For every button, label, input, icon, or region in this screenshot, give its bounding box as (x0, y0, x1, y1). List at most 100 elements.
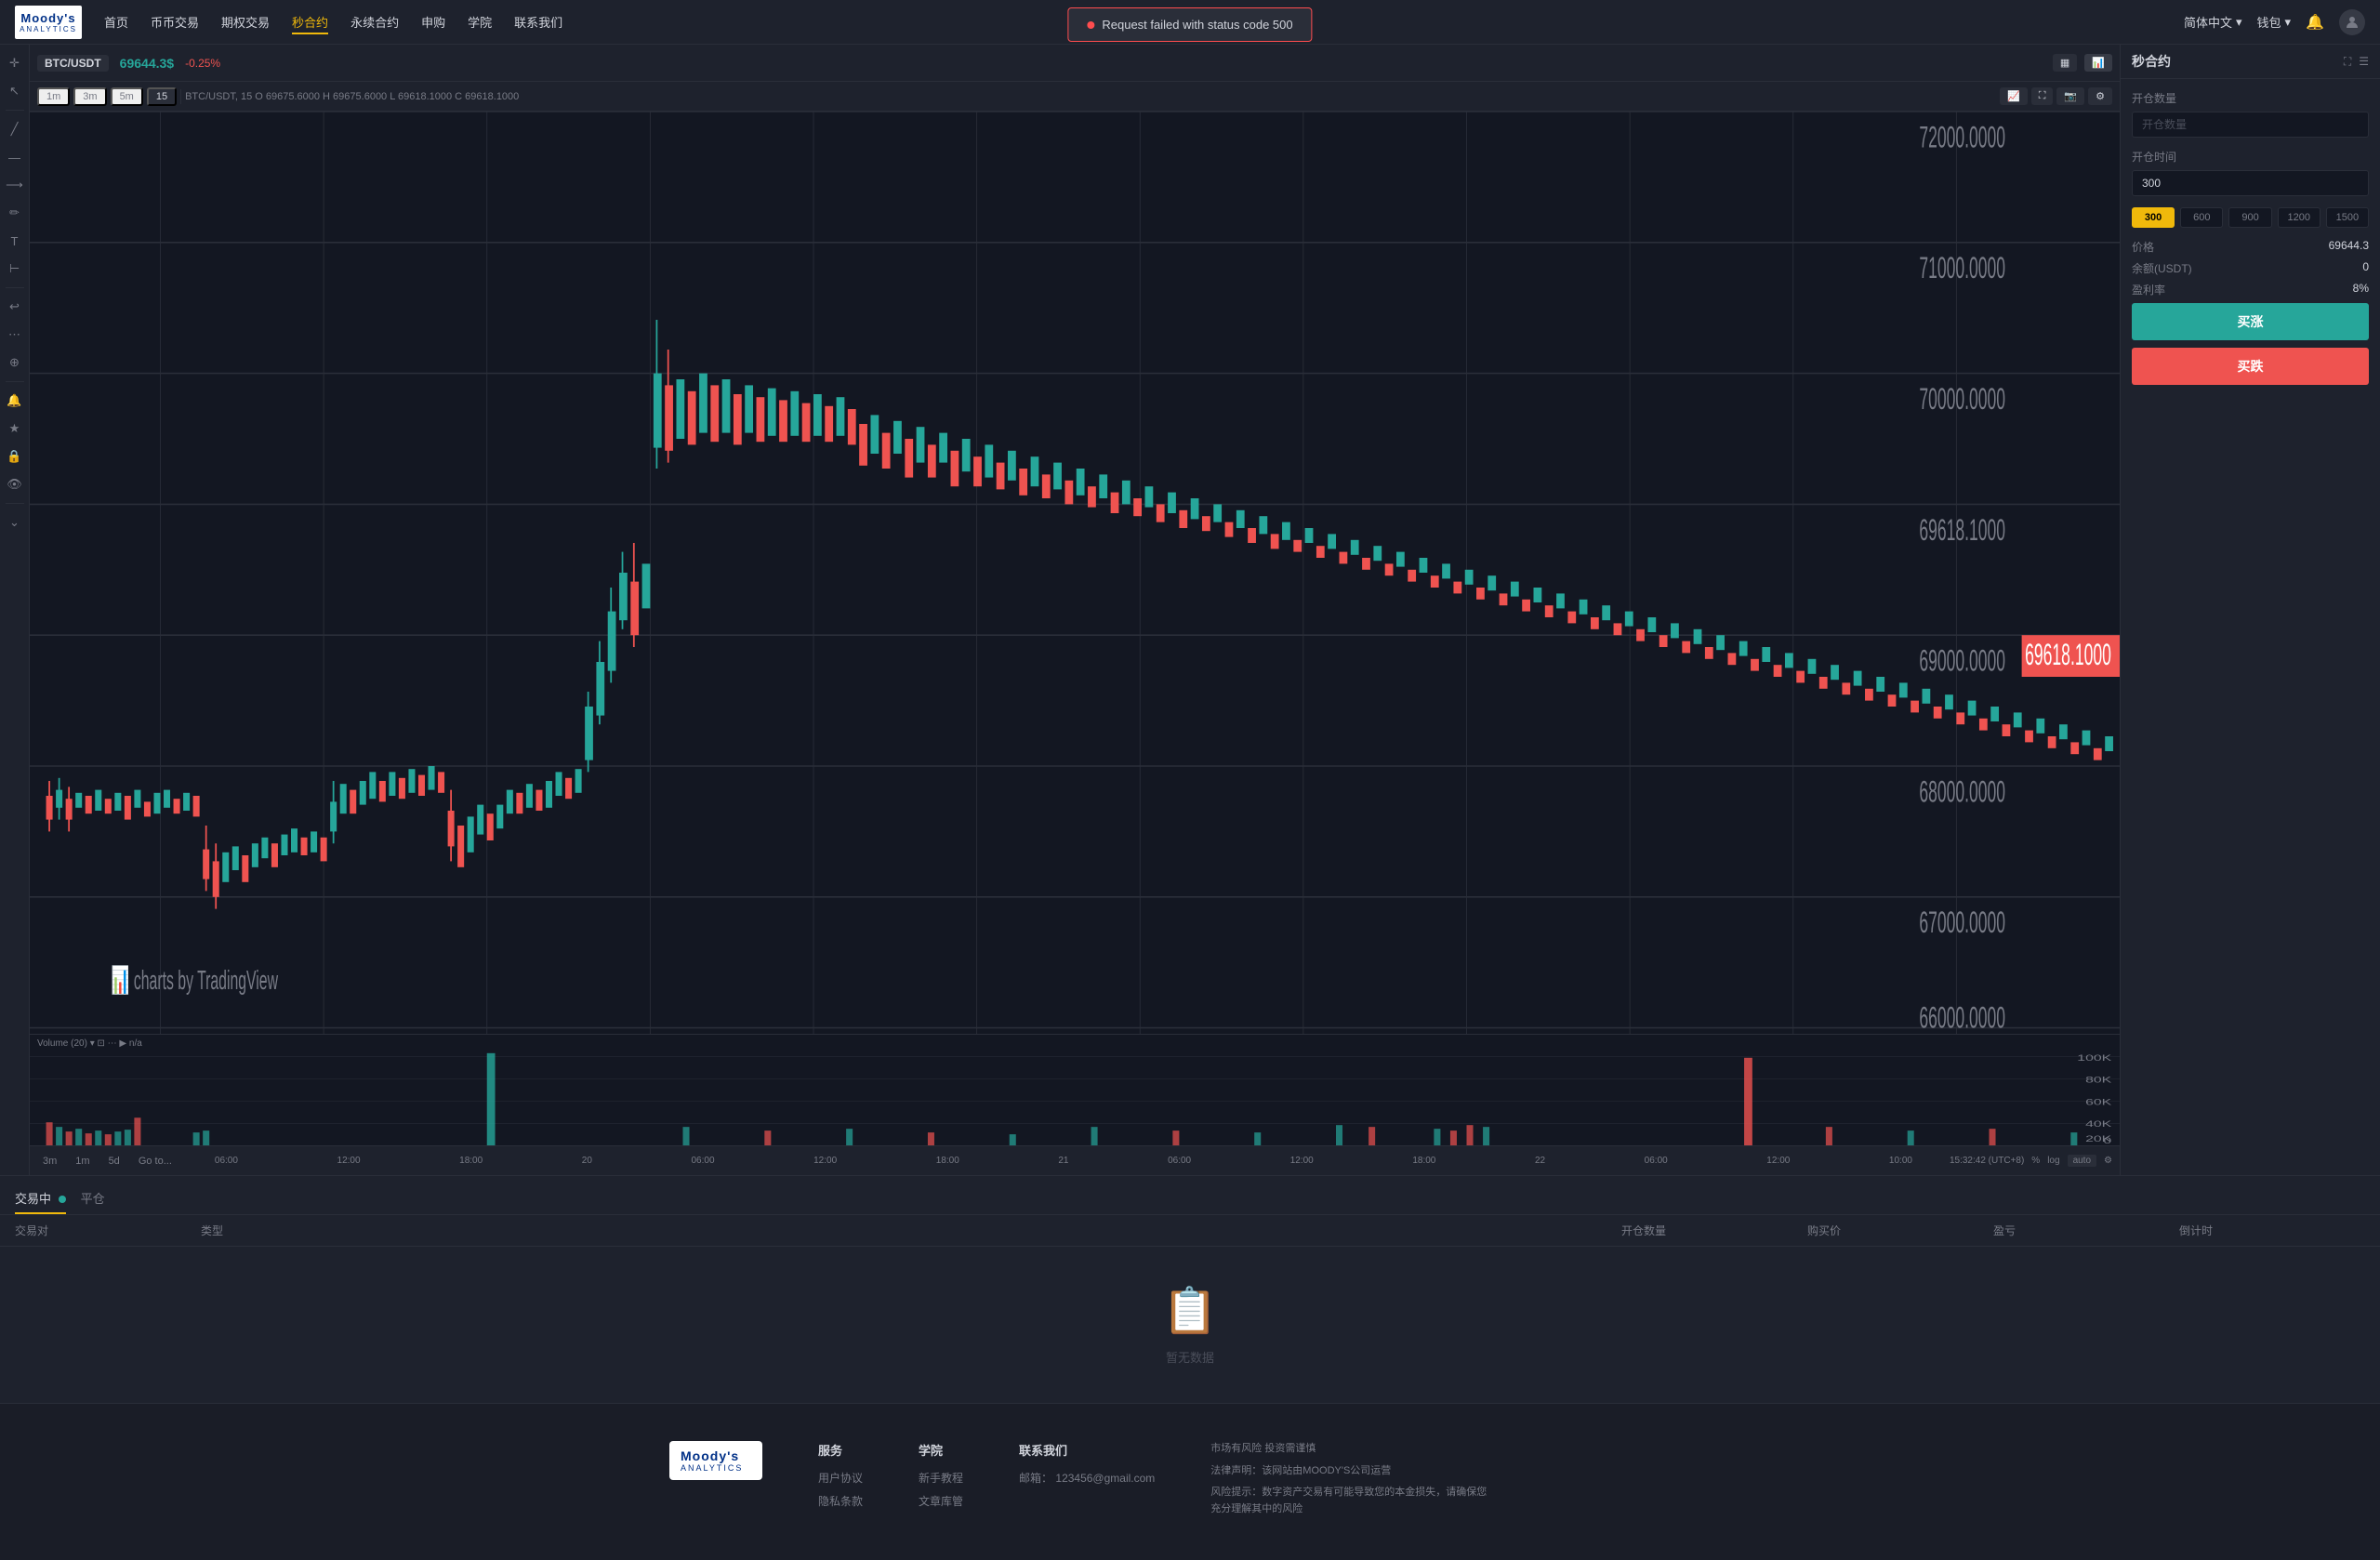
nav-second-contract[interactable]: 秒合约 (292, 9, 328, 34)
candle-chart-area[interactable]: 69618.1000 72000.0000 71000.0000 70000.0… (30, 112, 2120, 1034)
time-label-5: 12:00 (813, 1156, 837, 1166)
open-qty-input[interactable] (2132, 112, 2369, 138)
balance-row: 余额(USDT) 0 (2132, 260, 2369, 276)
nav-3m[interactable]: 3m (37, 1155, 62, 1168)
tool-separator-4 (6, 503, 24, 504)
pencil-tool[interactable]: ✏ (4, 202, 26, 224)
tf-separator (180, 89, 181, 104)
time-label-2: 18:00 (459, 1156, 483, 1166)
nav-options[interactable]: 期权交易 (221, 9, 270, 34)
time-label-7: 21 (1058, 1156, 1068, 1166)
price-change: -0.25% (185, 57, 220, 70)
alert-tool[interactable]: 🔔 (4, 390, 26, 412)
indicator-button[interactable]: 📈 (2000, 87, 2028, 105)
crosshair-tool[interactable]: ✛ (4, 52, 26, 74)
col-pnl: 盈亏 (1993, 1223, 2179, 1238)
nav-spot[interactable]: 币币交易 (151, 9, 199, 34)
svg-text:80K: 80K (2085, 1075, 2112, 1084)
time-label-9: 12:00 (1290, 1156, 1314, 1166)
chevron-down-tool[interactable]: ⌄ (4, 511, 26, 534)
footer-risk-text: 风险提示：数字资产交易有可能导致您的本金损失，请确保您充分理解其中的风险 (1210, 1485, 1489, 1517)
error-dot-icon (1087, 21, 1094, 29)
ruler-tool[interactable]: ⊢ (4, 258, 26, 280)
svg-text:69618.1000: 69618.1000 (1919, 515, 2005, 548)
error-message: Request failed with status code 500 (1102, 18, 1292, 32)
tf-5m[interactable]: 5m (111, 87, 143, 106)
col-type: 类型 (201, 1223, 1621, 1238)
cursor-tool[interactable]: ↖ (4, 80, 26, 102)
user-avatar[interactable] (2339, 9, 2365, 35)
horizontal-line-tool[interactable]: — (4, 146, 26, 168)
right-panel-title: 秒合约 (2132, 52, 2171, 71)
time-option-1500[interactable]: 1500 (2326, 207, 2369, 228)
nav-purchase[interactable]: 申购 (421, 9, 445, 34)
expand-icon[interactable]: ⛶ (2344, 55, 2351, 69)
brand-name-top: Moody's (20, 11, 75, 25)
settings-icon[interactable]: ⚙ (2104, 1156, 2112, 1166)
time-labels: 06:00 12:00 18:00 20 06:00 12:00 18:00 2… (178, 1156, 1950, 1166)
time-label-14: 10:00 (1889, 1156, 1912, 1166)
star-tool[interactable]: ★ (4, 417, 26, 440)
footer-contact-col: 联系我们 邮箱： 123456@gmail.com (1019, 1441, 1155, 1523)
tf-15m[interactable]: 15 (147, 87, 177, 106)
time-option-600[interactable]: 600 (2180, 207, 2223, 228)
footer-academy-title: 学院 (919, 1441, 963, 1459)
undo-tool[interactable]: ↩ (4, 296, 26, 318)
eye-tool[interactable]: 👁 (4, 473, 26, 496)
svg-text:60K: 60K (2085, 1097, 2112, 1106)
footer-link-user-agreement[interactable]: 用户协议 (818, 1470, 863, 1486)
chart-type-bar[interactable]: ▦ (2053, 54, 2077, 72)
nav-5d[interactable]: 5d (103, 1155, 126, 1168)
nav-home[interactable]: 首页 (104, 9, 128, 34)
chart-type-candle[interactable]: 📊 (2084, 54, 2112, 72)
ray-tool[interactable]: ⟶ (4, 174, 26, 196)
nav-1m[interactable]: 1m (70, 1155, 95, 1168)
footer-link-privacy[interactable]: 隐私条款 (818, 1493, 863, 1509)
brand-logo[interactable]: Moody's ANALYTICS (15, 6, 82, 39)
time-label-0: 06:00 (215, 1156, 238, 1166)
percent-label: % (2031, 1156, 2040, 1166)
tf-3m[interactable]: 3m (73, 87, 106, 106)
tool-separator-3 (6, 381, 24, 382)
volume-label: Volume (20) ▾ ⊡ ⋯ ▶ n/a (37, 1038, 142, 1049)
notification-bell-icon[interactable]: 🔔 (2306, 13, 2324, 32)
time-label-10: 18:00 (1412, 1156, 1435, 1166)
language-selector[interactable]: 简体中文 ▾ (2184, 13, 2242, 31)
svg-text:100K: 100K (2077, 1052, 2111, 1062)
nav-goto[interactable]: Go to... (133, 1155, 178, 1168)
log-button[interactable]: log (2047, 1156, 2059, 1166)
time-option-900[interactable]: 900 (2228, 207, 2271, 228)
footer-link-tutorial[interactable]: 新手教程 (919, 1470, 963, 1486)
tab-closed[interactable]: 平仓 (81, 1183, 105, 1214)
zoom-tool[interactable]: ⊕ (4, 351, 26, 374)
footer-email: 邮箱： 123456@gmail.com (1019, 1470, 1155, 1486)
time-option-1200[interactable]: 1200 (2278, 207, 2320, 228)
footer-brand-bottom: ANALYTICS (681, 1463, 751, 1473)
footer-services-title: 服务 (818, 1441, 863, 1459)
nav-perpetual[interactable]: 永续合约 (350, 9, 399, 34)
auto-button[interactable]: auto (2068, 1155, 2096, 1167)
trading-pair-badge[interactable]: BTC/USDT (37, 55, 109, 72)
open-time-input[interactable] (2132, 170, 2369, 196)
settings-button[interactable]: ⚙ (2088, 87, 2112, 105)
footer-link-articles[interactable]: 文章库管 (919, 1493, 963, 1509)
time-option-300[interactable]: 300 (2132, 207, 2175, 228)
tab-trading[interactable]: 交易中 (15, 1183, 66, 1214)
lock-tool[interactable]: 🔒 (4, 445, 26, 468)
pattern-tool[interactable]: ⋯ (4, 324, 26, 346)
footer-legal: 法律声明：该网站由MOODY'S公司运营 (1210, 1463, 1489, 1480)
screenshot-button[interactable]: 📷 (2056, 87, 2084, 105)
nav-contact[interactable]: 联系我们 (514, 9, 562, 34)
list-icon[interactable]: ☰ (2359, 55, 2369, 69)
trend-line-tool[interactable]: ╱ (4, 118, 26, 140)
tf-1m[interactable]: 1m (37, 87, 70, 106)
wallet-button[interactable]: 钱包 ▾ (2257, 13, 2292, 31)
nav-academy[interactable]: 学院 (468, 9, 492, 34)
text-tool[interactable]: T (4, 230, 26, 252)
svg-text:70000.0000: 70000.0000 (1919, 384, 2005, 416)
buy-down-button[interactable]: 买跌 (2132, 348, 2369, 385)
buy-up-button[interactable]: 买涨 (2132, 303, 2369, 340)
fullscreen-button[interactable]: ⛶ (2031, 87, 2054, 105)
price-info-row: 价格 69644.3 (2132, 239, 2369, 255)
bottom-tabs: 交易中 平仓 (0, 1176, 2380, 1215)
